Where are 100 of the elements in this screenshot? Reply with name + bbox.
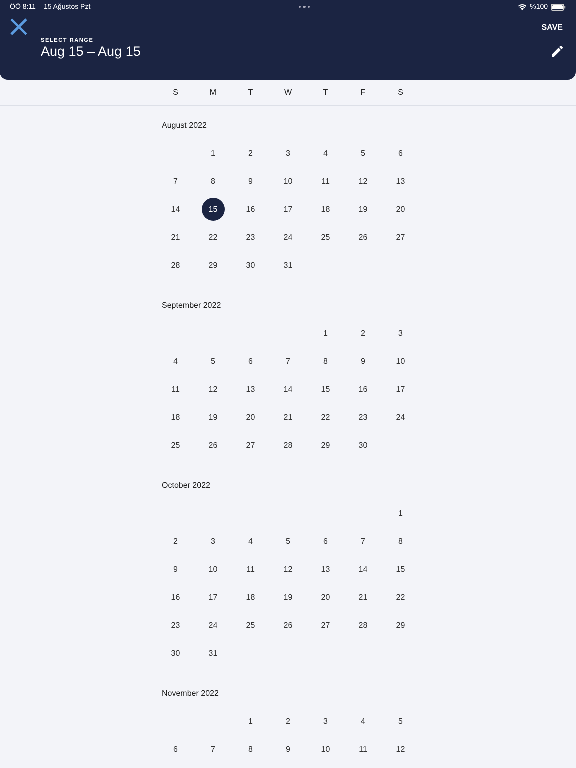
calendar-day[interactable]: 6 [164,738,188,760]
calendar-day[interactable]: 26 [202,434,225,456]
calendar-day[interactable]: 14 [164,198,188,220]
calendar-day[interactable]: 2 [239,142,262,164]
calendar-day[interactable]: 22 [202,226,225,248]
calendar-day[interactable]: 23 [352,406,375,428]
save-button[interactable]: SAVE [542,22,563,32]
calendar-day[interactable]: 3 [314,710,338,732]
calendar-day[interactable]: 3 [202,530,225,552]
calendar-day[interactable]: 18 [239,586,262,608]
calendar-day[interactable]: 29 [202,254,225,276]
calendar-day[interactable]: 21 [164,226,188,248]
calendar-day[interactable]: 26 [276,614,300,636]
calendar-day[interactable]: 1 [239,710,262,732]
calendar-day[interactable]: 9 [352,350,375,372]
calendar-day[interactable]: 10 [389,350,412,372]
calendar-day[interactable]: 17 [202,586,225,608]
calendar-day[interactable]: 28 [352,614,375,636]
calendar-day[interactable]: 5 [352,142,375,164]
calendar-day[interactable]: 9 [164,558,188,580]
calendar-day[interactable]: 8 [389,530,412,552]
calendar-day[interactable]: 19 [202,406,225,428]
calendar-day[interactable]: 11 [352,738,375,760]
calendar-day[interactable]: 15 [389,558,412,580]
calendar-day[interactable]: 20 [314,586,338,608]
calendar-day[interactable]: 21 [352,586,375,608]
calendar-day[interactable]: 5 [389,710,412,732]
calendar-day[interactable]: 18 [164,406,188,428]
calendar-day[interactable]: 18 [314,198,338,220]
calendar-day[interactable]: 6 [389,142,412,164]
calendar-day[interactable]: 9 [276,738,300,760]
calendar-day[interactable]: 28 [276,434,300,456]
calendar-day[interactable]: 22 [389,586,412,608]
calendar-day[interactable]: 4 [239,530,262,552]
calendar-day[interactable]: 19 [276,586,300,608]
calendar-day[interactable]: 2 [164,530,188,552]
calendar-day[interactable]: 31 [202,642,225,664]
calendar-day[interactable]: 25 [314,226,338,248]
calendar-day[interactable]: 13 [314,558,338,580]
calendar-day[interactable]: 2 [352,322,375,344]
calendar-day[interactable]: 16 [239,198,262,220]
selected-day[interactable]: 15 [202,198,225,220]
calendar-day[interactable]: 11 [314,170,338,192]
calendar-day[interactable]: 28 [164,254,188,276]
calendar-day[interactable]: 5 [276,530,300,552]
calendar-day[interactable]: 4 [352,710,375,732]
calendar-day[interactable]: 16 [352,378,375,400]
calendar-day[interactable]: 9 [239,170,262,192]
calendar-day[interactable]: 17 [389,378,412,400]
calendar-day[interactable]: 10 [202,558,225,580]
calendar-day[interactable]: 20 [389,198,412,220]
calendar-day[interactable]: 5 [202,350,225,372]
calendar-day[interactable]: 1 [389,502,412,524]
calendar-day[interactable]: 11 [239,558,262,580]
calendar-day[interactable]: 15 [314,378,338,400]
calendar-day[interactable]: 29 [389,614,412,636]
calendar-day[interactable]: 23 [239,226,262,248]
calendar-day[interactable]: 7 [276,350,300,372]
calendar-day[interactable]: 13 [239,378,262,400]
calendar-day[interactable]: 31 [276,254,300,276]
calendar-day[interactable]: 11 [164,378,188,400]
calendar-day[interactable]: 8 [314,350,338,372]
calendar-day[interactable]: 27 [314,614,338,636]
calendar-day[interactable]: 17 [276,198,300,220]
calendar-day[interactable]: 14 [352,558,375,580]
calendar-day[interactable]: 10 [314,738,338,760]
calendar-day[interactable]: 1 [202,142,225,164]
calendar-day[interactable]: 30 [164,642,188,664]
calendar-day[interactable]: 4 [314,142,338,164]
calendar-day[interactable]: 21 [276,406,300,428]
calendar-day[interactable]: 27 [239,434,262,456]
calendar-day[interactable]: 29 [314,434,338,456]
calendar-day[interactable]: 24 [276,226,300,248]
calendar-day[interactable]: 10 [276,170,300,192]
calendar-day[interactable]: 12 [389,738,412,760]
calendar-day[interactable]: 12 [352,170,375,192]
calendar-day[interactable]: 23 [164,614,188,636]
calendar-day[interactable]: 25 [164,434,188,456]
calendar-day[interactable]: 27 [389,226,412,248]
calendar-day[interactable]: 16 [164,586,188,608]
calendar-day[interactable]: 24 [202,614,225,636]
calendar-day[interactable]: 2 [276,710,300,732]
calendar-day[interactable]: 22 [314,406,338,428]
close-button[interactable] [10,18,28,36]
calendar-day[interactable]: 19 [352,198,375,220]
calendar-day[interactable]: 7 [164,170,188,192]
calendar-day[interactable]: 1 [314,322,338,344]
calendar-day[interactable]: 12 [202,378,225,400]
calendar-day[interactable]: 8 [239,738,262,760]
calendar-day[interactable]: 30 [239,254,262,276]
calendar-day[interactable]: 8 [202,170,225,192]
calendar-day[interactable]: 12 [276,558,300,580]
calendar-day[interactable]: 14 [276,378,300,400]
calendar-day[interactable]: 3 [389,322,412,344]
calendar-day[interactable]: 30 [352,434,375,456]
edit-button[interactable] [552,46,563,57]
calendar-day[interactable]: 4 [164,350,188,372]
calendar-day[interactable]: 20 [239,406,262,428]
calendar-day[interactable]: 6 [239,350,262,372]
calendar-day[interactable]: 13 [389,170,412,192]
